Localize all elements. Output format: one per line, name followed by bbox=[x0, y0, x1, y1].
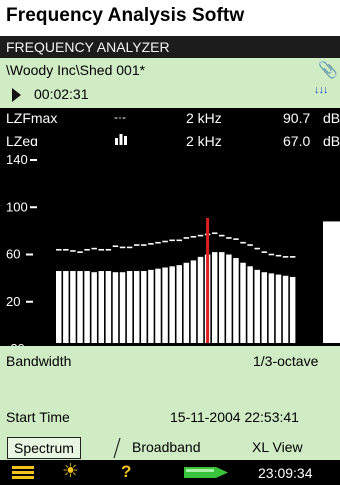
spectrum-bar bbox=[126, 271, 133, 343]
spectrum-bar bbox=[233, 258, 239, 343]
start-time-value: 15-11-2004 22:53:41 bbox=[170, 409, 299, 425]
readout-parameter[interactable]: LZFmax bbox=[6, 110, 57, 126]
bandwidth-label: Bandwidth bbox=[6, 353, 72, 369]
spectrum-bar bbox=[183, 262, 190, 343]
spectrum-bar bbox=[261, 272, 268, 343]
help-icon[interactable]: ? bbox=[121, 462, 131, 482]
tab-broadband[interactable]: Broadband bbox=[126, 437, 207, 457]
readout-row-lzfmax[interactable]: LZFmax -·- 2 kHz 90.7 dB bbox=[0, 110, 340, 132]
clock: 23:09:34 bbox=[258, 465, 313, 481]
broadband-bar bbox=[323, 221, 340, 343]
spectrum-bar bbox=[112, 272, 119, 343]
spectrum-bar bbox=[84, 271, 90, 343]
spectrum-bar bbox=[133, 271, 140, 343]
spectrum-bar bbox=[98, 271, 105, 343]
spectrum-svg[interactable]: 1401006020-2012.5502501k4k20kAC bbox=[0, 146, 340, 378]
spectrum-bar bbox=[56, 271, 62, 343]
play-icon[interactable] bbox=[12, 88, 21, 102]
spectrum-bar bbox=[247, 266, 253, 343]
spectrum-bar bbox=[240, 262, 246, 343]
spectrum-bar bbox=[268, 273, 275, 343]
readout-frequency: 2 kHz bbox=[186, 110, 222, 126]
spectrum-bar bbox=[254, 269, 260, 343]
spectrum-bar bbox=[141, 271, 147, 343]
menu-icon[interactable] bbox=[12, 466, 34, 480]
y-tick-label: 20 bbox=[6, 294, 20, 309]
spectrum-bar bbox=[70, 271, 76, 343]
tab-spectrum[interactable]: Spectrum bbox=[7, 437, 81, 459]
readout-value: 90.7 bbox=[283, 110, 311, 126]
spectrum-bar bbox=[275, 274, 282, 343]
spectrum-bar bbox=[169, 266, 175, 343]
spectrum-bar bbox=[148, 269, 154, 343]
settings-panel: Bandwidth 1/3-octave Start Time 15-11-20… bbox=[0, 346, 340, 460]
y-tick-label: 100 bbox=[6, 199, 28, 214]
paperclip-icon[interactable]: 📎 bbox=[318, 60, 338, 80]
sun-icon[interactable]: ☀ bbox=[62, 460, 79, 483]
y-tick-label: 60 bbox=[6, 247, 20, 262]
status-bar: ☀ ? 23:09:34 bbox=[0, 460, 340, 485]
max-trace-icon: -·- bbox=[114, 110, 126, 124]
job-path[interactable]: \Woody Inc\Shed 001* bbox=[6, 62, 145, 78]
tab-xl-view[interactable]: XL View bbox=[246, 437, 309, 457]
start-time-label: Start Time bbox=[6, 409, 70, 425]
app-title-bar: FREQUENCY ANALYZER bbox=[0, 36, 340, 58]
spectrum-bar bbox=[176, 265, 182, 343]
spectrum-chart[interactable]: 1401006020-2012.5502501k4k20kAC bbox=[0, 146, 340, 374]
spectrum-bar bbox=[105, 271, 112, 343]
spectrum-bar bbox=[197, 256, 204, 343]
battery-icon[interactable] bbox=[184, 467, 228, 478]
spectrum-bar bbox=[91, 272, 97, 343]
spectrum-bar bbox=[190, 260, 197, 343]
spectrum-bar bbox=[226, 254, 232, 343]
spectrum-bar bbox=[119, 272, 126, 343]
device-screen: FREQUENCY ANALYZER \Woody Inc\Shed 001* … bbox=[0, 36, 340, 485]
tab-bar: Spectrum Broadband XL View bbox=[0, 435, 340, 460]
bandwidth-value[interactable]: 1/3-octave bbox=[253, 353, 318, 369]
spectrum-bar bbox=[155, 268, 161, 343]
cursor-arrows-icon[interactable]: ↓↓↓ bbox=[314, 84, 328, 96]
job-info-panel[interactable]: \Woody Inc\Shed 001* 📎 00:02:31 ↓↓↓ bbox=[0, 58, 340, 108]
y-tick-label: 140 bbox=[6, 152, 28, 167]
readout-unit: dB bbox=[323, 110, 340, 126]
page-title: Frequency Analysis Softw bbox=[6, 5, 245, 26]
spectrum-bar bbox=[282, 275, 289, 343]
tab-divider bbox=[113, 437, 121, 459]
spectrum-bar bbox=[77, 271, 83, 343]
spectrum-bar bbox=[162, 267, 168, 343]
spectrum-bar bbox=[289, 276, 296, 343]
spectrum-bar bbox=[219, 252, 225, 343]
spectrum-bar bbox=[63, 271, 69, 343]
elapsed-time: 00:02:31 bbox=[34, 86, 89, 102]
spectrum-bar bbox=[211, 252, 218, 343]
